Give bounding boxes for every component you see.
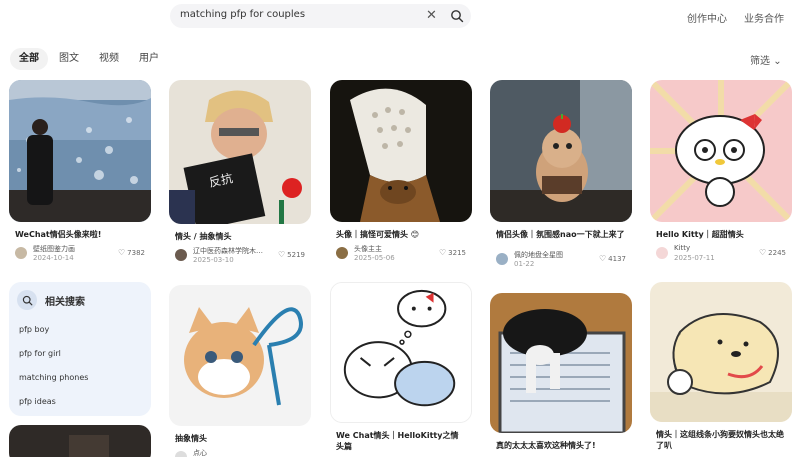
- note-title[interactable]: 情头 / 抽象情头: [169, 231, 311, 242]
- note-meta: 辽中医药森林学院木木... 2025-03-10 ♡ 5219: [169, 246, 311, 266]
- avatar[interactable]: [336, 247, 348, 259]
- note-date: 2025-07-11: [674, 254, 715, 262]
- author-name[interactable]: 头像主主: [354, 244, 426, 254]
- note-image[interactable]: [169, 285, 311, 426]
- note-title[interactable]: We Chat情头｜HelloKitty之情头篇: [330, 430, 472, 452]
- note-title[interactable]: Hello Kitty｜超甜情头: [650, 229, 792, 240]
- note-date: 2024-10-14: [33, 254, 74, 262]
- business-link[interactable]: 业务合作: [744, 10, 784, 25]
- avatar[interactable]: [175, 249, 187, 261]
- related-search-item[interactable]: pfp for girl: [19, 349, 61, 358]
- filter-label: 筛选: [750, 56, 770, 67]
- tab-video[interactable]: 视频: [90, 48, 128, 70]
- author-name[interactable]: 点心: [193, 448, 265, 457]
- note-date: 2025-05-06: [354, 254, 395, 262]
- note-image[interactable]: [490, 80, 632, 222]
- search-icon: [17, 290, 37, 310]
- heart-icon: ♡: [759, 248, 767, 257]
- note-title[interactable]: 情侣头像｜氛围感nao一下就上来了: [490, 229, 632, 240]
- note-image[interactable]: [650, 80, 792, 222]
- note-date: 2025-03-10: [193, 256, 234, 264]
- chevron-down-icon: ⌄: [773, 56, 782, 67]
- author-name[interactable]: 辽中医药森林学院木木...: [193, 246, 265, 256]
- note-image[interactable]: [330, 282, 472, 423]
- related-search-item[interactable]: pfp ideas: [19, 397, 56, 406]
- avatar[interactable]: [656, 247, 668, 259]
- clear-icon[interactable]: ✕: [426, 7, 437, 25]
- note-meta: 头像主主 2025-05-06 ♡ 3215: [330, 244, 472, 264]
- filter-button[interactable]: 筛选 ⌄: [750, 52, 782, 67]
- search-icon[interactable]: [450, 9, 464, 23]
- tab-notes[interactable]: 图文: [50, 48, 88, 70]
- like-count[interactable]: ♡ 4137: [599, 254, 626, 263]
- avatar[interactable]: [15, 247, 27, 259]
- note-image[interactable]: [9, 425, 151, 457]
- note-date: 01-22: [514, 260, 535, 268]
- note-card[interactable]: We Chat情头｜HelloKitty之情头篇: [330, 282, 472, 452]
- related-search-panel: 相关搜索 pfp boy pfp for girl matching phone…: [9, 282, 151, 416]
- note-card[interactable]: 情头｜这组线条小狗要奴情头也太绝了叭: [650, 282, 792, 451]
- search-bar[interactable]: matching pfp for couples ✕: [170, 4, 471, 28]
- heart-icon: ♡: [439, 248, 447, 257]
- note-image[interactable]: [490, 293, 632, 433]
- note-meta: 点心: [169, 448, 311, 457]
- related-search-item[interactable]: matching phones: [19, 373, 88, 382]
- related-search-title: 相关搜索: [45, 296, 85, 308]
- creator-center-link[interactable]: 创作中心: [687, 10, 727, 25]
- avatar[interactable]: [175, 451, 187, 457]
- related-search-header: 相关搜索: [17, 290, 85, 310]
- note-meta: Kitty 2025-07-11 ♡ 2245: [650, 244, 792, 264]
- note-image[interactable]: [9, 80, 151, 222]
- author-name[interactable]: Kitty: [674, 244, 746, 252]
- heart-icon: ♡: [278, 250, 286, 259]
- note-card[interactable]: 反抗 情头 / 抽象情头 辽中医药森林学院木木... 2025-03-10 ♡ 5…: [169, 80, 311, 266]
- avatar[interactable]: [496, 253, 508, 265]
- author-name[interactable]: 壁纸图鉴力画: [33, 244, 105, 254]
- note-card[interactable]: WeChat情侣头像来啦! 壁纸图鉴力画 2024-10-14 ♡ 7382: [9, 80, 151, 264]
- note-card[interactable]: 头像｜搞怪可爱情头 😊 头像主主 2025-05-06 ♡ 3215: [330, 80, 472, 264]
- like-count[interactable]: ♡ 7382: [118, 248, 145, 257]
- note-card[interactable]: 情侣头像｜氛围感nao一下就上来了 佩的地盘全星图 01-22 ♡ 4137: [490, 80, 632, 270]
- like-count[interactable]: ♡ 5219: [278, 250, 305, 259]
- note-title[interactable]: 真的太太太喜欢这种情头了!: [490, 440, 632, 451]
- heart-icon: ♡: [118, 248, 126, 257]
- note-title[interactable]: 头像｜搞怪可爱情头 😊: [330, 229, 472, 240]
- note-image[interactable]: [650, 282, 792, 422]
- note-meta: 壁纸图鉴力画 2024-10-14 ♡ 7382: [9, 244, 151, 264]
- tab-users[interactable]: 用户: [130, 48, 168, 70]
- note-image[interactable]: [330, 80, 472, 222]
- note-title[interactable]: 情头｜这组线条小狗要奴情头也太绝了叭: [650, 429, 792, 451]
- note-title[interactable]: 抽象情头: [169, 433, 311, 444]
- tab-all[interactable]: 全部: [10, 48, 48, 70]
- note-title[interactable]: WeChat情侣头像来啦!: [9, 229, 151, 240]
- note-image[interactable]: 反抗: [169, 80, 311, 224]
- heart-icon: ♡: [599, 254, 607, 263]
- search-input[interactable]: matching pfp for couples: [180, 9, 305, 20]
- like-count[interactable]: ♡ 2245: [759, 248, 786, 257]
- note-card[interactable]: 真的太太太喜欢这种情头了!: [490, 293, 632, 451]
- note-card[interactable]: 抽象情头 点心: [169, 285, 311, 457]
- like-count[interactable]: ♡ 3215: [439, 248, 466, 257]
- note-card[interactable]: Hello Kitty｜超甜情头 Kitty 2025-07-11 ♡ 2245: [650, 80, 792, 264]
- note-meta: 佩的地盘全星图 01-22 ♡ 4137: [490, 250, 632, 270]
- tab-bar: 全部 图文 视频 用户: [10, 48, 170, 70]
- related-search-item[interactable]: pfp boy: [19, 325, 49, 334]
- note-card[interactable]: [9, 425, 151, 457]
- author-name[interactable]: 佩的地盘全星图: [514, 250, 586, 260]
